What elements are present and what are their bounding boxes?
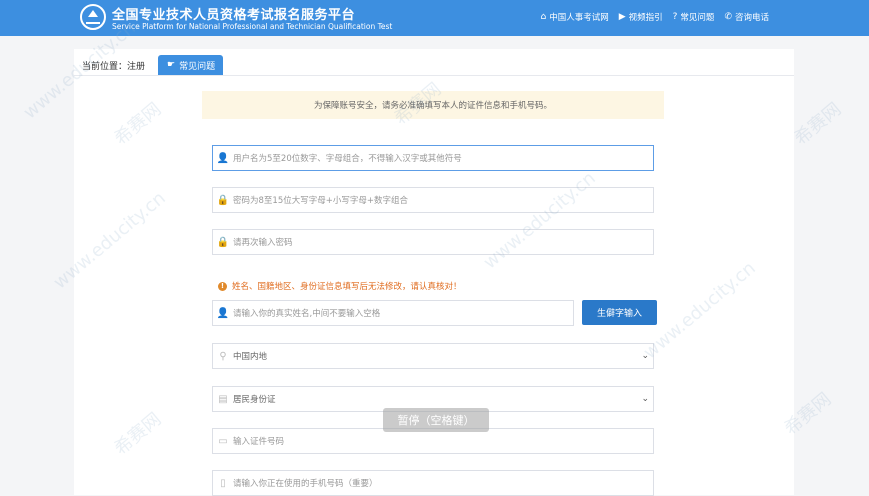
id-type-value: 居民身份证 bbox=[233, 395, 276, 405]
hand-pointer-icon: ☛ bbox=[167, 60, 176, 70]
watermark-text: 希赛网 bbox=[790, 98, 846, 150]
user-icon: 👤 bbox=[216, 307, 230, 319]
logo-icon bbox=[80, 4, 106, 30]
faq-tab[interactable]: ☛ 常见问题 bbox=[158, 55, 224, 75]
top-nav: ⌂ 中国人事考试网 ▶ 视频指引 ? 常见问题 ✆ 咨询电话 bbox=[540, 11, 769, 23]
warning-icon: ! bbox=[218, 281, 227, 291]
lock-icon: 🔒 bbox=[216, 236, 230, 248]
real-name-placeholder: 请输入你的真实姓名,中间不要输入空格 bbox=[233, 309, 381, 319]
lock-icon: 🔒 bbox=[216, 194, 230, 206]
breadcrumb: 当前位置：注册 bbox=[82, 62, 146, 72]
location-pin-icon: ⚲ bbox=[219, 350, 227, 362]
chevron-down-icon: ⌄ bbox=[641, 351, 649, 361]
username-field[interactable]: 👤 用户名为5至20位数字、字母组合，不得输入汉字或其他符号 bbox=[212, 145, 654, 171]
nav-phone[interactable]: ✆ 咨询电话 bbox=[724, 11, 769, 23]
identity-warning-text: 姓名、国籍地区、身份证信息填写后无法修改，请认真核对！ bbox=[232, 282, 462, 292]
phone-field[interactable]: ▯ 请输入你正在使用的手机号码（重要） bbox=[212, 470, 654, 496]
identity-warning: ! 姓名、国籍地区、身份证信息填写后无法修改，请认真核对！ bbox=[218, 280, 462, 292]
real-name-field[interactable]: 👤 请输入你的真实姓名,中间不要输入空格 bbox=[212, 300, 574, 326]
security-notice: 为保障账号安全，请务必准确填写本人的证件信息和手机号码。 bbox=[202, 91, 664, 119]
confirm-password-placeholder: 请再次输入密码 bbox=[233, 238, 293, 248]
card-icon: ▭ bbox=[218, 435, 228, 447]
nav-video[interactable]: ▶ 视频指引 bbox=[619, 11, 663, 23]
confirm-password-field[interactable]: 🔒 请再次输入密码 bbox=[212, 229, 654, 255]
phone-placeholder: 请输入你正在使用的手机号码（重要） bbox=[233, 479, 378, 489]
top-header: 全国专业技术人员资格考试报名服务平台 Service Platform for … bbox=[0, 0, 869, 36]
question-icon: ? bbox=[672, 12, 678, 22]
password-placeholder: 密码为8至15位大写字母+小写字母+数字组合 bbox=[233, 196, 408, 206]
nav-home-label: 中国人事考试网 bbox=[549, 13, 609, 23]
user-icon: 👤 bbox=[216, 152, 230, 164]
faq-tab-label: 常见问题 bbox=[179, 61, 216, 72]
rare-char-button[interactable]: 生僻字输入 bbox=[582, 300, 657, 325]
chevron-down-icon: ⌄ bbox=[641, 394, 649, 404]
site-subtitle: Service Platform for National Profession… bbox=[112, 22, 393, 31]
mobile-icon: ▯ bbox=[220, 477, 226, 489]
id-number-placeholder: 输入证件号码 bbox=[233, 437, 285, 447]
password-field[interactable]: 🔒 密码为8至15位大写字母+小写字母+数字组合 bbox=[212, 187, 654, 213]
nav-phone-label: 咨询电话 bbox=[734, 13, 769, 23]
divider bbox=[74, 75, 794, 76]
phone-icon: ✆ bbox=[724, 12, 732, 22]
nav-faq[interactable]: ? 常见问题 bbox=[673, 11, 715, 23]
home-icon: ⌂ bbox=[540, 12, 547, 22]
region-select[interactable]: ⚲ 中国内地 ⌄ bbox=[212, 343, 654, 369]
site-title: 全国专业技术人员资格考试报名服务平台 bbox=[112, 8, 356, 23]
region-value: 中国内地 bbox=[233, 352, 268, 362]
nav-home[interactable]: ⌂ 中国人事考试网 bbox=[540, 11, 608, 23]
nav-faq-label: 常见问题 bbox=[680, 13, 715, 23]
nav-video-label: 视频指引 bbox=[628, 13, 663, 23]
video-icon: ▶ bbox=[618, 12, 626, 22]
id-card-icon: ▤ bbox=[218, 393, 228, 405]
username-placeholder: 用户名为5至20位数字、字母组合，不得输入汉字或其他符号 bbox=[233, 154, 462, 164]
pause-overlay[interactable]: 暂停（空格键） bbox=[383, 408, 489, 432]
